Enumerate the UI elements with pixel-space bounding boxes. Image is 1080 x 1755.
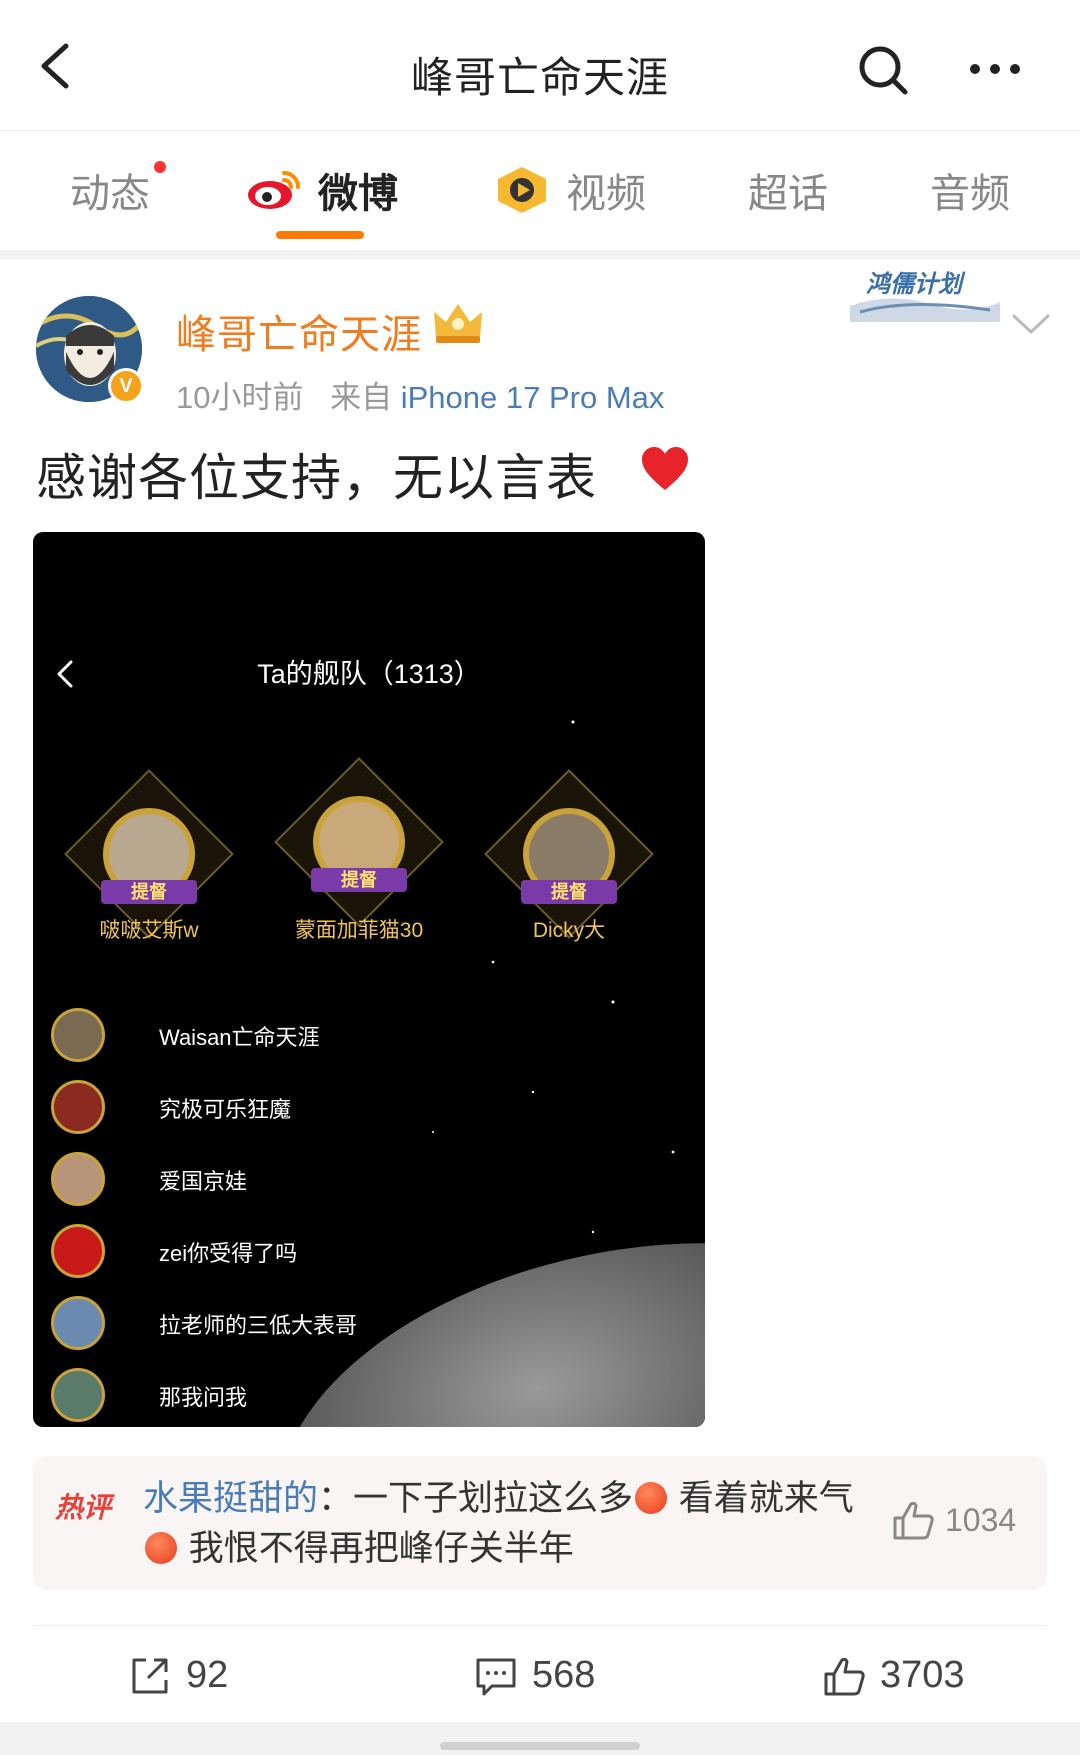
comment-button[interactable]: 568	[474, 1652, 634, 1702]
tab-super-topic[interactable]: 超话	[748, 161, 828, 219]
post-meta: 10小时前 来自 iPhone 17 Pro Max	[176, 372, 664, 417]
active-tab-indicator	[276, 231, 364, 239]
crown-icon[interactable]	[430, 300, 486, 346]
post-text: 感谢各位支持，无以言表	[36, 450, 597, 506]
comment-icon	[476, 1658, 516, 1696]
fleet-name: Waisan亡命天涯	[159, 1025, 320, 1050]
search-icon[interactable]	[855, 42, 911, 98]
fleet-avatar	[51, 1080, 105, 1134]
angry-emoji-icon	[635, 1482, 668, 1514]
top-bar: 峰哥亡命天涯	[0, 0, 1080, 130]
post-time: 10小时前	[176, 380, 304, 415]
fleet-avatar	[51, 1368, 105, 1422]
repost-icon	[132, 1658, 168, 1694]
post-device[interactable]: iPhone 17 Pro Max	[401, 380, 665, 415]
podium-name: 蒙面加菲猫30	[294, 919, 424, 942]
hot-comment-tag: 热评	[55, 1492, 112, 1523]
fleet-name: 爱国京娃	[159, 1169, 248, 1194]
notification-dot	[154, 161, 166, 173]
fleet-avatar	[51, 1152, 105, 1206]
comment-username[interactable]: 水果挺甜的	[143, 1479, 318, 1518]
comment-count: 568	[532, 1654, 596, 1696]
chevron-down-icon[interactable]	[1010, 312, 1052, 338]
tab-video[interactable]: 视频	[566, 161, 646, 219]
fleet-avatar	[51, 1296, 105, 1350]
comment-separator: ：	[318, 1479, 354, 1518]
section-divider	[0, 250, 1080, 259]
profile-tabs: 动态 微博 视频 超话 音频	[0, 130, 1080, 250]
rank-label: 提督	[521, 880, 617, 904]
hot-comment-text: 水果挺甜的：一下子划拉这么多 看着就来气 我恨不得再把峰仔关半年	[143, 1474, 863, 1574]
action-divider	[33, 1625, 1047, 1626]
fleet-name: 那我问我	[159, 1385, 248, 1410]
angry-emoji-icon	[145, 1532, 177, 1564]
bottom-band	[0, 1722, 1080, 1755]
fleet-name: zei你受得了吗	[159, 1241, 298, 1266]
tab-dynamics[interactable]: 动态	[70, 161, 150, 219]
post-image[interactable]: Ta的舰队（1313） 提督 啵啵艾斯w 提督 蒙面加菲猫30 提督 Dicky…	[33, 532, 705, 1427]
verified-badge-icon: V	[108, 368, 144, 404]
hot-comment-like-count: 1034	[945, 1502, 1017, 1538]
tab-audio[interactable]: 音频	[930, 161, 1010, 219]
thumbs-up-icon[interactable]	[891, 1498, 935, 1542]
repost-button[interactable]: 92	[128, 1652, 268, 1702]
like-button[interactable]: 3703	[822, 1652, 1002, 1702]
post-username[interactable]: 峰哥亡命天涯	[176, 302, 422, 360]
tab-label: 超话	[748, 172, 828, 216]
page-title: 峰哥亡命天涯	[410, 54, 669, 101]
podium-name: 啵啵艾斯w	[99, 919, 199, 942]
repost-count: 92	[186, 1654, 229, 1696]
tab-label: 微博	[318, 172, 398, 216]
home-indicator[interactable]	[440, 1742, 640, 1750]
like-count: 3703	[880, 1654, 965, 1696]
podium-name: Dicky大	[532, 919, 606, 942]
rank-label: 提督	[311, 868, 407, 892]
comment-text-3: 我恨不得再把峰仔关半年	[188, 1529, 574, 1568]
video-icon	[498, 167, 546, 213]
hot-comment[interactable]: 热评 水果挺甜的：一下子划拉这么多 看着就来气 我恨不得再把峰仔关半年 1034	[33, 1456, 1047, 1590]
fleet-title: Ta的舰队（1313）	[257, 659, 481, 689]
more-options-icon[interactable]	[965, 44, 1025, 94]
fleet-avatar	[51, 1224, 105, 1278]
weibo-logo-icon	[248, 171, 300, 209]
heart-emoji-icon	[642, 447, 688, 490]
tab-label: 音频	[930, 172, 1010, 216]
rank-label: 提督	[101, 880, 197, 904]
like-icon	[824, 1657, 865, 1696]
comment-text-1: 一下子划拉这么多	[353, 1479, 634, 1518]
fleet-name: 究极可乐狂魔	[159, 1097, 292, 1122]
fleet-avatar	[51, 1008, 105, 1062]
fleet-name: 拉老师的三低大表哥	[159, 1313, 358, 1338]
source-prefix: 来自	[330, 380, 393, 415]
plan-badge[interactable]: 鸿儒计划	[866, 264, 962, 299]
comment-text-2: 看着就来气	[678, 1479, 854, 1518]
tab-label: 动态	[70, 172, 150, 216]
tab-label: 视频	[566, 172, 646, 216]
tab-weibo[interactable]: 微博	[318, 161, 398, 219]
fleet-podium-1: 提督	[259, 742, 459, 942]
